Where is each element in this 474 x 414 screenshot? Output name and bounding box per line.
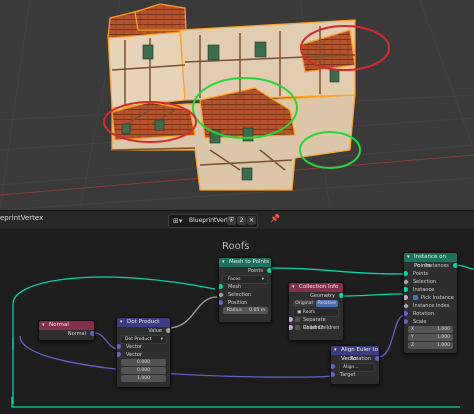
mode-value: Faces	[228, 277, 241, 282]
input-socket[interactable]	[331, 372, 335, 377]
input-socket-label: Position	[228, 300, 248, 306]
radius-field[interactable]: Radius 0.05 m	[223, 307, 268, 314]
output-socket-label: Points	[247, 268, 263, 274]
checkbox-label: Pick Instance	[421, 295, 454, 301]
output-socket-label: Geometry	[310, 293, 335, 299]
input-socket-label: Rotation	[413, 311, 434, 317]
output-socket[interactable]	[166, 328, 170, 333]
output-socket[interactable]	[267, 268, 271, 273]
vector-y-field[interactable]: 0.000	[121, 367, 166, 374]
input-socket[interactable]	[117, 344, 121, 349]
collection-value: Roofs	[302, 310, 316, 315]
output-socket-label: Value	[148, 328, 162, 334]
output-socket-label: Instances	[425, 263, 449, 269]
input-socket[interactable]	[404, 303, 409, 309]
relative-toggle[interactable]: Relative	[316, 300, 338, 307]
input-socket[interactable]	[404, 311, 408, 316]
normal-node[interactable]: Normal Normal	[38, 320, 95, 341]
input-socket-label: Instance	[413, 287, 435, 293]
original-toggle[interactable]: Original	[293, 300, 315, 307]
scale-z-value: 1.000	[437, 343, 450, 348]
node-editor-canvas[interactable]: Roofs Mesh to Points Points Faces ▾ Mesh…	[0, 229, 474, 414]
input-socket-label: Target	[340, 372, 356, 378]
node-header[interactable]: Align Euler to Vector	[331, 346, 379, 362]
node-tree-icon: ⊞▾	[173, 217, 183, 225]
collection-info-node[interactable]: Collection Info Geometry Original Relati…	[288, 282, 344, 341]
scale-z-field[interactable]: Z 1.000	[408, 342, 453, 349]
input-socket[interactable]	[289, 317, 293, 322]
output-socket-label: Rotation	[350, 356, 371, 362]
input-socket[interactable]	[404, 319, 408, 324]
reset-children-checkbox[interactable]	[295, 325, 300, 330]
input-socket[interactable]	[404, 271, 408, 276]
scale-y-field[interactable]: Y 1.000	[408, 334, 453, 341]
input-socket[interactable]	[289, 325, 293, 330]
input-socket-label: Instance Index	[413, 303, 450, 309]
scale-x-field[interactable]: X 1.000	[408, 326, 453, 333]
align-euler-to-vector-node[interactable]: Align Euler to Vector Rotation Align... …	[330, 345, 380, 385]
vector-z-field[interactable]: 1.000	[121, 375, 166, 382]
dot-product-node[interactable]: Dot Product Value Dot Product ▾ Vector Ve…	[116, 317, 171, 388]
radius-value: 0.05 m	[249, 308, 265, 313]
chevron-down-icon: ▾	[261, 277, 264, 282]
3d-viewport[interactable]	[0, 0, 474, 210]
input-socket[interactable]	[404, 295, 408, 300]
input-socket[interactable]	[331, 364, 335, 369]
input-socket[interactable]	[404, 287, 408, 292]
input-socket[interactable]	[219, 300, 223, 305]
mesh-to-points-node[interactable]: Mesh to Points Points Faces ▾ Mesh Selec…	[218, 257, 272, 323]
operation-value: Dot Product	[125, 337, 152, 342]
node-header[interactable]: Dot Product	[117, 318, 170, 327]
input-socket[interactable]	[404, 279, 409, 285]
input-socket-label: Mesh	[228, 284, 242, 290]
input-socket[interactable]	[219, 284, 223, 289]
output-socket[interactable]	[375, 356, 379, 361]
node-tree-label: eprintVertex	[0, 214, 44, 222]
output-socket[interactable]	[90, 331, 94, 336]
vector-x-field[interactable]: 0.000	[121, 359, 166, 366]
instance-on-points-node[interactable]: Instance on Points Instances Points Sele…	[403, 252, 458, 354]
input-socket-label: Vector	[126, 352, 142, 358]
radius-label: Radius	[227, 308, 243, 313]
pick-instance-checkbox[interactable]	[413, 295, 418, 300]
scale-y-value: 1.000	[437, 335, 450, 340]
node-header[interactable]: Mesh to Points	[219, 258, 271, 267]
pin-icon[interactable]: 📌	[270, 214, 280, 223]
output-socket-label: Normal	[67, 331, 86, 337]
input-socket-label: Selection	[228, 292, 252, 298]
node-header[interactable]: Collection Info	[289, 283, 343, 292]
node-header[interactable]: Normal	[39, 321, 94, 330]
fake-user-shield-icon[interactable]: ⛨	[227, 216, 236, 225]
input-socket[interactable]	[219, 292, 224, 298]
output-socket[interactable]	[339, 293, 343, 298]
input-socket-label: Vector	[126, 344, 142, 350]
node-editor-header: eprintVertex ⊞▾ BlueprintVertex ⛨ 2 ✕ 📌	[0, 210, 474, 230]
input-socket-label: Selection	[413, 279, 437, 285]
axis-label: X	[411, 327, 415, 332]
unlink-x-icon[interactable]: ✕	[247, 216, 256, 225]
chevron-down-icon: ▾	[160, 337, 163, 342]
viewport-scene	[0, 0, 474, 210]
collection-icon: ▣	[297, 310, 302, 315]
output-socket[interactable]	[453, 263, 457, 268]
axis-label: Z	[411, 343, 415, 348]
axis-value: Align...	[343, 365, 359, 370]
axis-label: Y	[411, 335, 414, 340]
input-socket-label: Points	[413, 271, 429, 277]
input-socket-label: Scale	[413, 319, 427, 325]
frame-title: Roofs	[222, 241, 250, 252]
checkbox-label: Reset Children	[303, 325, 340, 331]
separate-children-checkbox[interactable]	[295, 317, 300, 322]
input-socket[interactable]	[117, 352, 121, 357]
user-count-button[interactable]: 2	[237, 216, 246, 225]
building-model	[107, 3, 356, 191]
node-header[interactable]: Instance on Points	[404, 253, 457, 269]
node-tree-selector[interactable]: ⊞▾ BlueprintVertex ⛨ 2 ✕	[168, 214, 258, 228]
scale-x-value: 1.000	[437, 327, 450, 332]
